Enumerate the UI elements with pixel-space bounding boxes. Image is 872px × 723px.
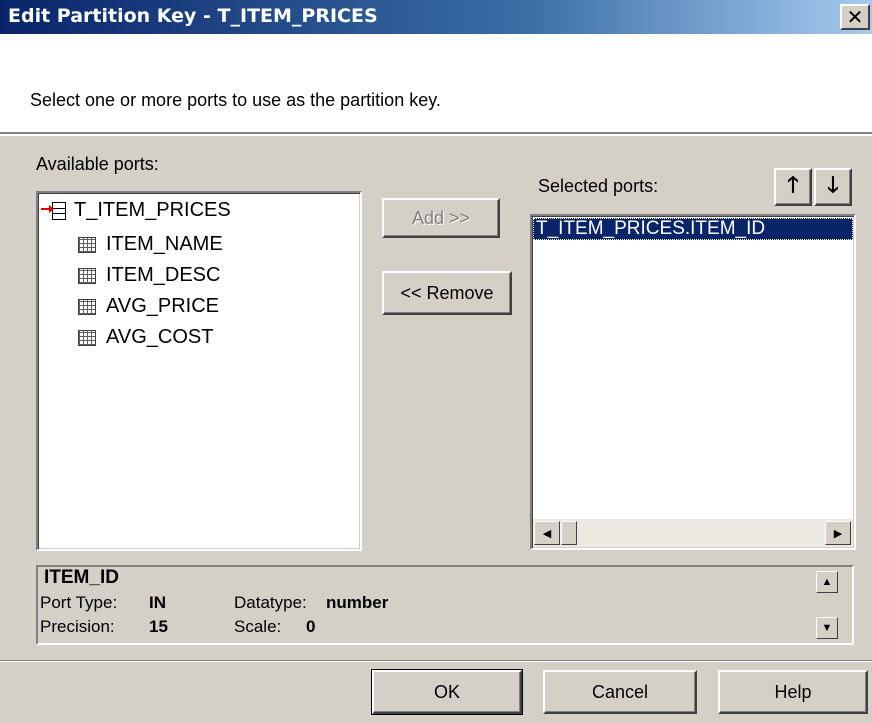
tree-item-port[interactable]: AVG_COST [78,326,213,349]
title-bar: Edit Partition Key - T_ITEM_PRICES ✕ [0,0,872,34]
window-title: Edit Partition Key - T_ITEM_PRICES [8,5,378,27]
details-scroll-up-button[interactable]: ▲ [816,571,838,593]
help-button[interactable]: Help [718,670,868,714]
up-triangle-icon: ▲ [821,576,833,588]
close-icon: ✕ [846,5,864,29]
tree-item-port[interactable]: ITEM_DESC [78,264,220,287]
table-icon [41,201,66,220]
port-type-value: IN [149,593,166,612]
selected-ports-list[interactable] [530,214,856,550]
scroll-right-button[interactable]: ▶ [825,521,851,545]
port-type-label: Port Type: [40,593,118,612]
port-name: ITEM_ID [44,567,119,588]
tree-item-port[interactable]: ITEM_NAME [78,233,223,256]
tree-item-port[interactable]: AVG_PRICE [78,295,219,318]
details-scroll-down-button[interactable]: ▼ [816,617,838,639]
port-details-panel: ITEM_ID Port Type: IN Datatype: number P… [36,565,854,645]
horizontal-scrollbar[interactable] [533,519,853,547]
ok-button[interactable]: OK [371,669,523,715]
selected-port-item[interactable]: T_ITEM_PRICES.ITEM_ID [533,218,853,240]
tree-root-table[interactable]: T_ITEM_PRICES [41,199,231,222]
scale-value: 0 [306,617,316,636]
close-button[interactable]: ✕ [840,4,870,30]
add-button[interactable]: Add >> [382,198,500,238]
scrollbar-thumb[interactable] [561,521,577,545]
precision-value: 15 [149,617,168,636]
precision-label: Precision: [40,617,115,636]
down-triangle-icon: ▼ [821,622,833,634]
cancel-button[interactable]: Cancel [543,670,697,714]
datatype-value: number [326,593,389,612]
button-separator [0,660,872,662]
column-icon [78,298,96,315]
header-band: Select one or more ports to use as the p… [0,34,872,136]
remove-button[interactable]: << Remove [382,271,512,315]
move-up-button[interactable]: 🡑 [774,168,812,206]
left-arrow-icon: ◀ [542,527,552,540]
down-arrow-icon: 🡓 [827,173,839,198]
available-ports-tree[interactable]: T_ITEM_PRICES ITEM_NAME ITEM_DESC AVG_PR… [36,191,362,551]
column-icon [78,236,96,253]
move-down-button[interactable]: 🡓 [814,168,852,206]
scroll-left-button[interactable]: ◀ [534,521,560,545]
scale-label: Scale: [234,617,282,636]
selected-ports-label: Selected ports: [538,176,659,196]
instructions-text: Select one or more ports to use as the p… [30,90,441,110]
right-arrow-icon: ▶ [833,527,843,540]
tree-root-label: T_ITEM_PRICES [74,199,231,221]
port-label: ITEM_DESC [106,264,221,286]
port-label: AVG_COST [106,326,214,348]
port-label: ITEM_NAME [106,233,223,255]
datatype-label: Datatype: [234,593,307,612]
port-label: AVG_PRICE [106,295,219,317]
column-icon [78,267,96,284]
column-icon [78,329,96,346]
available-ports-label: Available ports: [36,154,159,174]
up-arrow-icon: 🡑 [787,173,799,198]
